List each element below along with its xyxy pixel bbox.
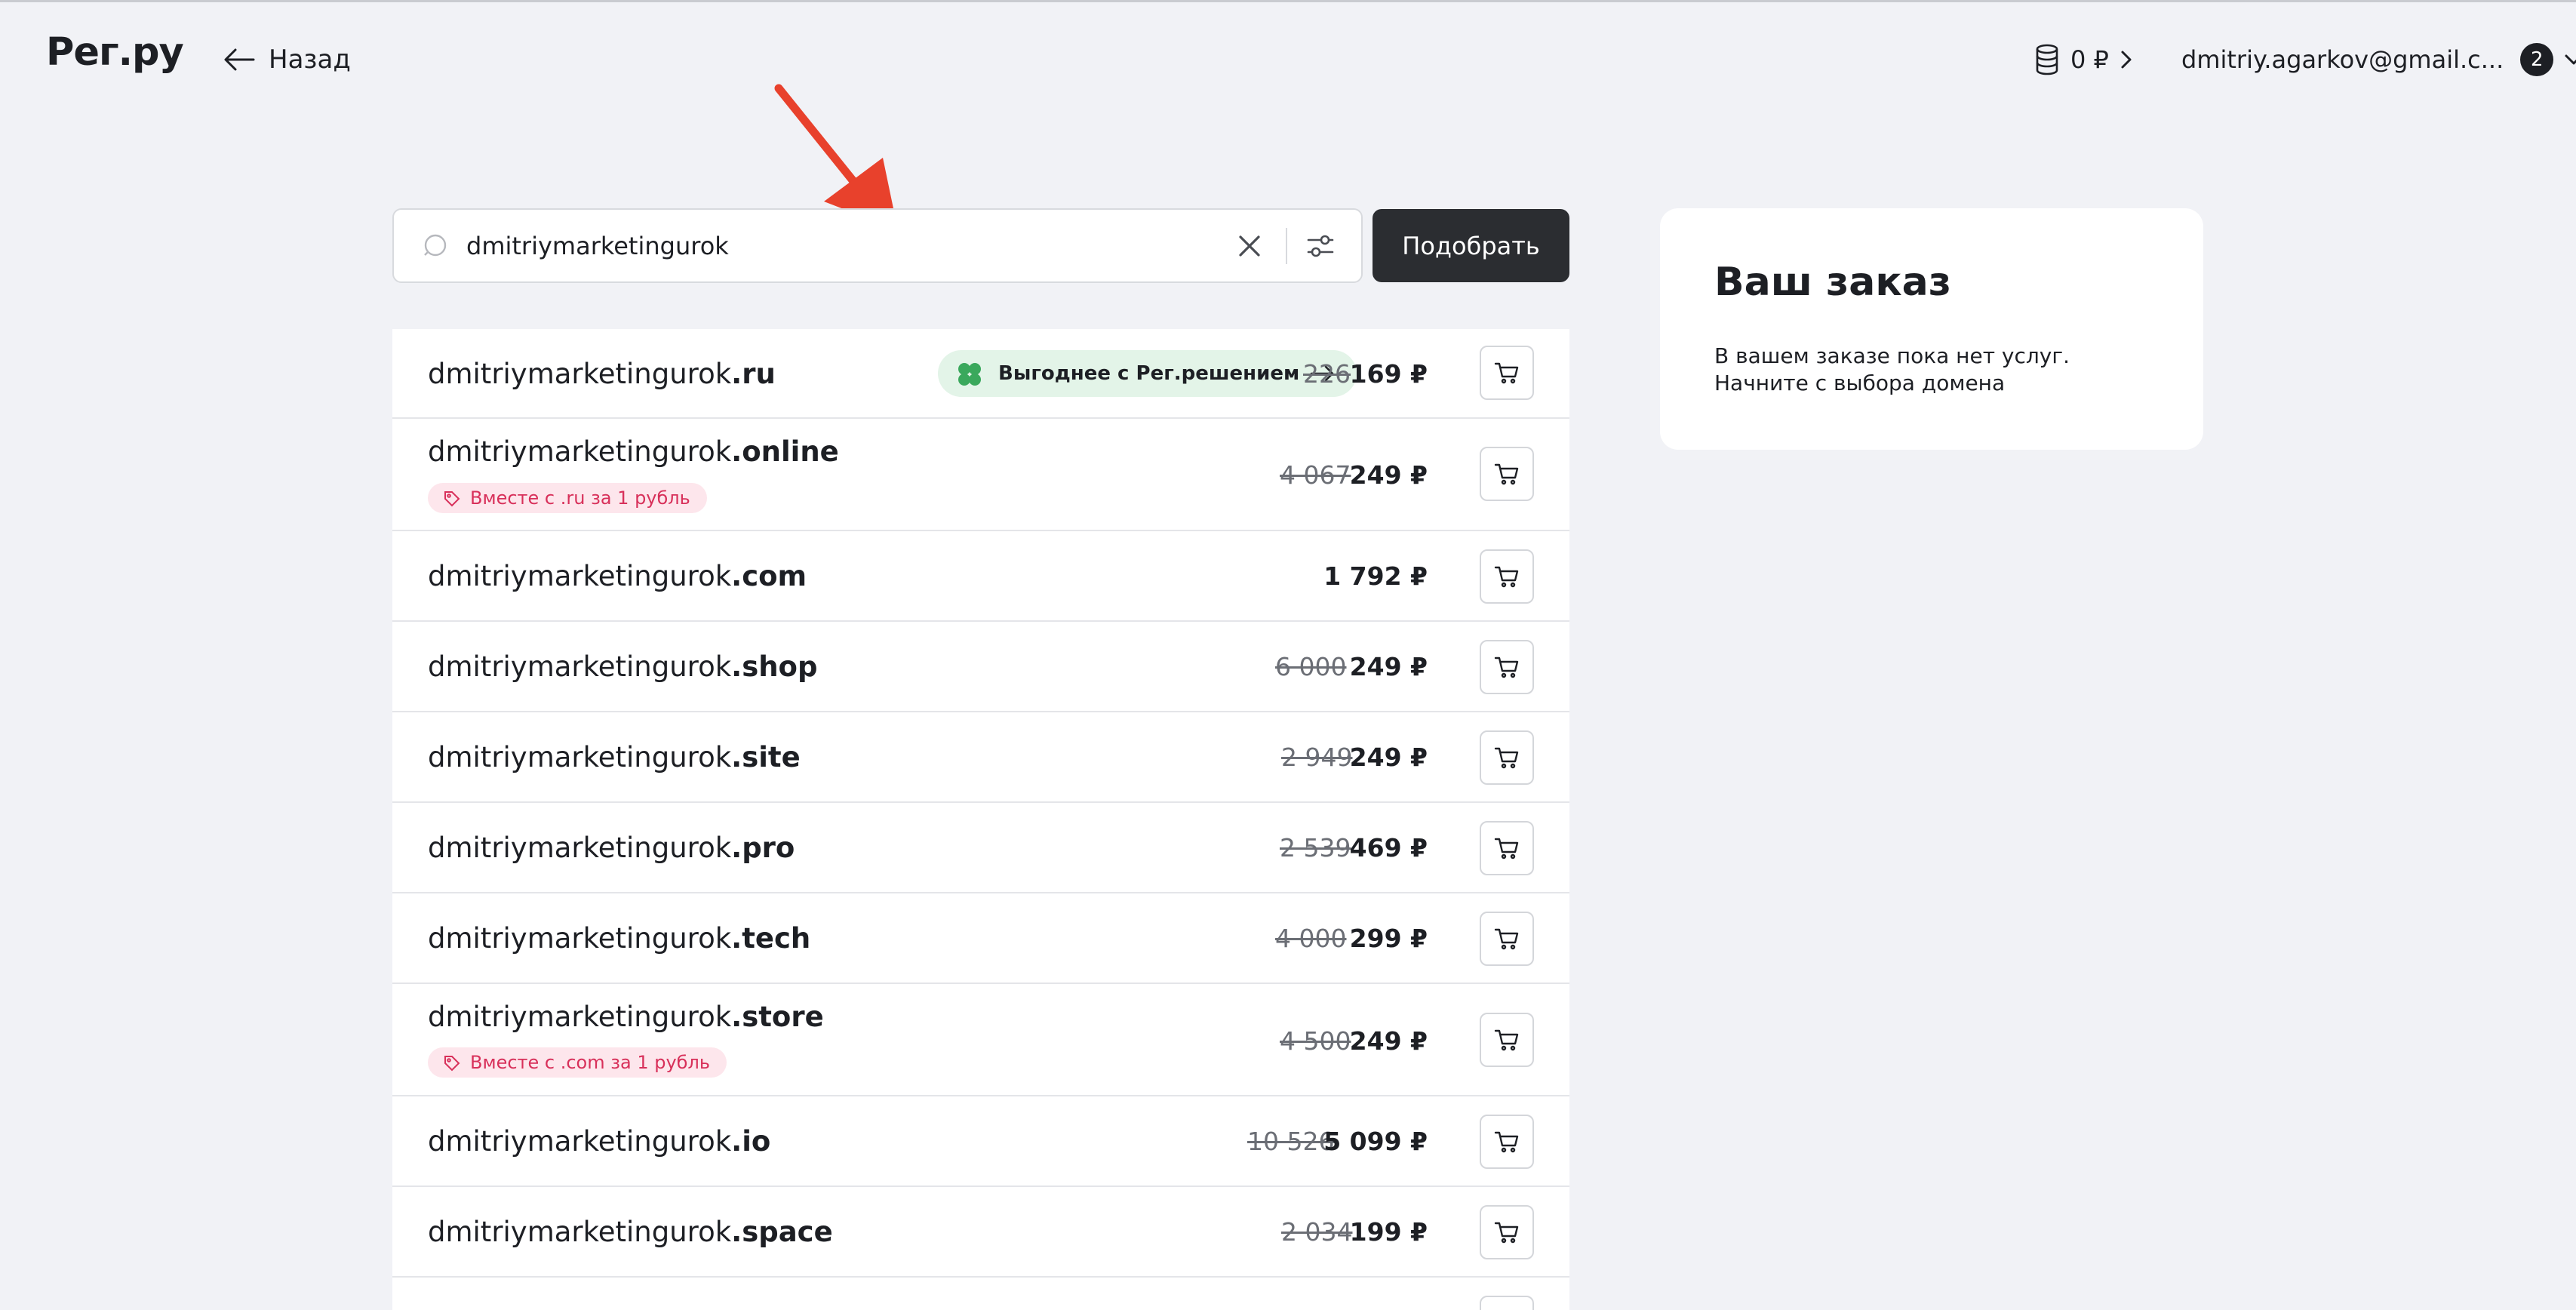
clover-icon — [958, 363, 981, 386]
cart-icon — [1494, 657, 1519, 678]
domain-row: dmitriymarketingurok.store Вместе с .com… — [392, 984, 1569, 1096]
cart-icon — [1494, 362, 1519, 384]
arrow-left-icon — [224, 48, 255, 71]
domain-row-partial — [392, 1278, 1569, 1310]
search-icon — [424, 234, 447, 256]
cart-icon — [1494, 566, 1519, 588]
search-filters-button[interactable] — [1298, 223, 1343, 269]
old-price: 4 067 — [1280, 460, 1351, 490]
tag-icon — [444, 491, 460, 507]
reg-solution-pill[interactable]: Выгоднее с Рег.решением — [938, 350, 1357, 397]
chevron-down-icon — [2565, 54, 2576, 65]
add-to-cart-button[interactable] — [1480, 821, 1534, 875]
old-price: 2 539 — [1280, 833, 1351, 863]
domain-name: dmitriymarketingurok.space — [428, 1216, 833, 1248]
domain-name: dmitriymarketingurok.pro — [428, 832, 795, 864]
cart-icon — [1494, 1222, 1519, 1244]
add-to-cart-button[interactable] — [1480, 1296, 1534, 1310]
old-price: 2 034 — [1281, 1217, 1353, 1247]
tag-icon — [444, 1056, 460, 1072]
order-title: Ваш заказ — [1714, 260, 1951, 305]
cart-icon — [1494, 928, 1519, 950]
domain-row: dmitriymarketingurok.com 1 792 ₽ — [392, 531, 1569, 622]
clear-search-button[interactable] — [1227, 223, 1272, 269]
add-to-cart-button[interactable] — [1480, 549, 1534, 604]
domain-results-list: dmitriymarketingurok.ru Выгоднее с Рег.р… — [392, 329, 1569, 1310]
domain-name: dmitriymarketingurok.ru — [428, 358, 776, 390]
domain-row: dmitriymarketingurok.space 2 034 199 ₽ — [392, 1187, 1569, 1278]
domain-name: dmitriymarketingurok.site — [428, 741, 801, 773]
price: 249 ₽ — [1349, 743, 1428, 772]
old-price: 6 000 — [1275, 652, 1347, 681]
reg-solution-label: Выгоднее с Рег.решением — [998, 362, 1300, 385]
price: 249 ₽ — [1349, 460, 1428, 490]
notification-badge: 2 — [2520, 43, 2554, 76]
cart-icon — [1494, 1131, 1519, 1153]
domain-search-input[interactable] — [466, 231, 1227, 260]
search-divider — [1286, 227, 1287, 264]
user-email: dmitriy.agarkov@gmail.c... — [2181, 45, 2504, 74]
price: 299 ₽ — [1349, 924, 1428, 953]
add-to-cart-button[interactable] — [1480, 640, 1534, 694]
order-summary-card: Ваш заказ В вашем заказе пока нет услуг.… — [1660, 208, 2203, 450]
cart-icon — [1494, 747, 1519, 769]
back-link[interactable]: Назад — [223, 41, 351, 78]
logo[interactable]: Рег.ру — [46, 30, 184, 75]
price: 199 ₽ — [1349, 1217, 1428, 1247]
order-empty-text: В вашем заказе пока нет услуг. Начните с… — [1714, 343, 2070, 395]
old-price: 226 — [1303, 359, 1351, 389]
domain-row: dmitriymarketingurok.pro 2 539 469 ₽ — [392, 803, 1569, 893]
cart-icon — [1494, 463, 1519, 485]
old-price: 4 000 — [1275, 924, 1347, 953]
add-to-cart-button[interactable] — [1480, 447, 1534, 501]
domain-row: dmitriymarketingurok.site 2 949 249 ₽ — [392, 712, 1569, 803]
add-to-cart-button[interactable] — [1480, 912, 1534, 966]
domain-name: dmitriymarketingurok.com — [428, 560, 807, 592]
domain-row: dmitriymarketingurok.ru Выгоднее с Рег.р… — [392, 329, 1569, 419]
old-price: 2 949 — [1281, 743, 1353, 772]
balance-value: 0 ₽ — [2070, 45, 2109, 74]
cart-icon — [1494, 1029, 1519, 1051]
price: 469 ₽ — [1349, 833, 1428, 863]
window-top-border — [0, 0, 2576, 2]
add-to-cart-button[interactable] — [1480, 1205, 1534, 1259]
domain-name: dmitriymarketingurok.online — [428, 435, 839, 468]
price: 169 ₽ — [1349, 359, 1428, 389]
domain-name: dmitriymarketingurok.tech — [428, 922, 811, 955]
add-to-cart-button[interactable] — [1480, 1013, 1534, 1067]
domain-row: dmitriymarketingurok.io 10 526 5 099 ₽ — [392, 1096, 1569, 1187]
domain-search-box — [392, 208, 1363, 283]
filter-icon — [1307, 235, 1334, 257]
price: 1 792 ₽ — [1323, 561, 1428, 591]
domain-row: dmitriymarketingurok.online Вместе с .ru… — [392, 419, 1569, 531]
promo-tag: Вместе с .ru за 1 рубль — [428, 483, 707, 513]
domain-name: dmitriymarketingurok.shop — [428, 650, 818, 683]
add-to-cart-button[interactable] — [1480, 1115, 1534, 1169]
add-to-cart-button[interactable] — [1480, 346, 1534, 400]
old-price: 10 526 — [1247, 1127, 1335, 1156]
coins-icon — [2036, 44, 2058, 75]
add-to-cart-button[interactable] — [1480, 730, 1534, 785]
cart-icon — [1494, 838, 1519, 859]
chevron-right-icon — [2121, 51, 2132, 69]
user-menu[interactable]: dmitriy.agarkov@gmail.c... 2 — [2181, 41, 2576, 78]
back-label: Назад — [269, 45, 351, 75]
close-icon — [1239, 235, 1260, 257]
price: 249 ₽ — [1349, 652, 1428, 681]
domain-name: dmitriymarketingurok.store — [428, 1001, 824, 1033]
price: 249 ₽ — [1349, 1026, 1428, 1056]
old-price: 4 500 — [1280, 1026, 1351, 1056]
domain-name: dmitriymarketingurok.io — [428, 1125, 771, 1158]
balance-link[interactable]: 0 ₽ — [2034, 41, 2133, 78]
promo-tag: Вместе с .com за 1 рубль — [428, 1047, 727, 1078]
price: 5 099 ₽ — [1323, 1127, 1428, 1156]
search-submit-button[interactable]: Подобрать — [1373, 209, 1569, 282]
domain-row: dmitriymarketingurok.tech 4 000 299 ₽ — [392, 893, 1569, 984]
domain-row: dmitriymarketingurok.shop 6 000 249 ₽ — [392, 622, 1569, 712]
